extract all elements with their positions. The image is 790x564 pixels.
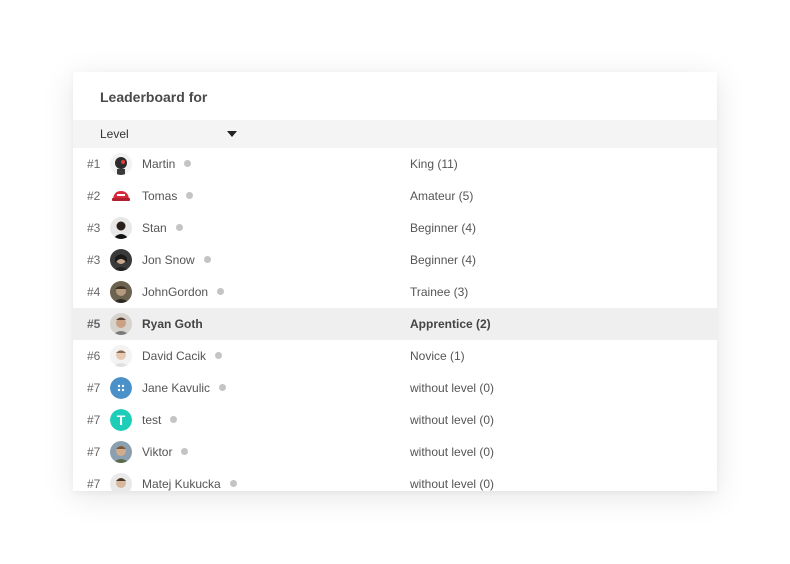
rank-label: #7: [87, 381, 101, 395]
person-photo-avatar: [110, 313, 132, 335]
player-level: without level (0): [410, 477, 495, 491]
status-dot: [175, 224, 183, 231]
leaderboard-row[interactable]: #7 Viktor without level (0): [73, 436, 717, 468]
rank-label: #7: [87, 413, 101, 427]
status-dot: [217, 288, 225, 295]
player-name[interactable]: test: [142, 413, 178, 427]
leaderboard-row[interactable]: #4 JohnGordon Trainee (3): [73, 276, 717, 308]
player-name[interactable]: David Cacik: [142, 349, 223, 363]
status-dot: [203, 256, 211, 263]
rank-label: #5: [87, 317, 101, 331]
leaderboard-row[interactable]: #7 Jane Kavulic without level (0): [73, 372, 717, 404]
person-photo-avatar: [110, 473, 132, 491]
leaderboard-row[interactable]: #6 David Cacik Novice (1): [73, 340, 717, 372]
rank-label: #7: [87, 477, 101, 491]
red-cap-avatar-icon: [110, 185, 132, 207]
rank-label: #4: [87, 285, 101, 299]
player-name[interactable]: Viktor: [142, 445, 189, 459]
dots-avatar-icon: [110, 377, 132, 399]
player-level: without level (0): [410, 445, 495, 459]
player-name[interactable]: Jane Kavulic: [142, 381, 227, 395]
rank-label: #3: [87, 221, 101, 235]
player-name[interactable]: Jon Snow: [142, 253, 211, 267]
leaderboard-row-current-user[interactable]: #5 Ryan Goth Apprentice (2): [73, 308, 717, 340]
player-level: Beginner (4): [410, 253, 477, 267]
player-level: Amateur (5): [410, 189, 474, 203]
person-photo-avatar: [110, 281, 132, 303]
rank-label: #1: [87, 157, 101, 171]
rank-label: #7: [87, 445, 101, 459]
leaderboard-row[interactable]: #2 Tomas Amateur (5): [73, 180, 717, 212]
rank-label: #6: [87, 349, 101, 363]
player-level: without level (0): [410, 413, 495, 427]
person-photo-avatar: [110, 249, 132, 271]
leaderboard-row[interactable]: #7 T test without level (0): [73, 404, 717, 436]
status-dot: [229, 480, 237, 487]
player-name[interactable]: JohnGordon: [142, 285, 225, 299]
caret-down-icon[interactable]: [227, 131, 237, 137]
person-photo-avatar: [110, 345, 132, 367]
player-level: Trainee (3): [410, 285, 469, 299]
status-dot: [170, 416, 178, 423]
player-name[interactable]: Ryan Goth: [142, 317, 203, 331]
status-dot: [181, 448, 189, 455]
leaderboard-title: Leaderboard for: [100, 89, 208, 105]
player-name[interactable]: Tomas: [142, 189, 194, 203]
leaderboard-list: #1 Martin King (11) #2 Tomas Amateur (5)…: [73, 148, 717, 491]
robot-avatar-icon: [110, 153, 132, 175]
leaderboard-row[interactable]: #3 Stan Beginner (4): [73, 212, 717, 244]
player-level: Beginner (4): [410, 221, 477, 235]
person-photo-avatar: [110, 217, 132, 239]
filter-bar: Level: [73, 120, 717, 148]
letter-avatar: T: [110, 409, 132, 431]
status-dot: [215, 352, 223, 359]
status-dot: [184, 160, 192, 167]
person-photo-avatar: [110, 441, 132, 463]
leaderboard-row[interactable]: #1 Martin King (11): [73, 148, 717, 180]
player-level: Apprentice (2): [410, 317, 491, 331]
leaderboard-row[interactable]: #7 Matej Kukucka without level (0): [73, 468, 717, 491]
rank-label: #3: [87, 253, 101, 267]
status-dot: [219, 384, 227, 391]
player-name[interactable]: Matej Kukucka: [142, 477, 237, 491]
status-dot: [186, 192, 194, 199]
avatar-letter: T: [117, 412, 126, 428]
level-dropdown-label[interactable]: Level: [100, 127, 129, 141]
rank-label: #2: [87, 189, 101, 203]
player-level: King (11): [410, 157, 458, 171]
player-level: Novice (1): [410, 349, 465, 363]
player-name[interactable]: Martin: [142, 157, 192, 171]
leaderboard-card: Leaderboard for Level #1 Martin King (11…: [73, 72, 717, 491]
player-level: without level (0): [410, 381, 495, 395]
player-name[interactable]: Stan: [142, 221, 183, 235]
leaderboard-row[interactable]: #3 Jon Snow Beginner (4): [73, 244, 717, 276]
